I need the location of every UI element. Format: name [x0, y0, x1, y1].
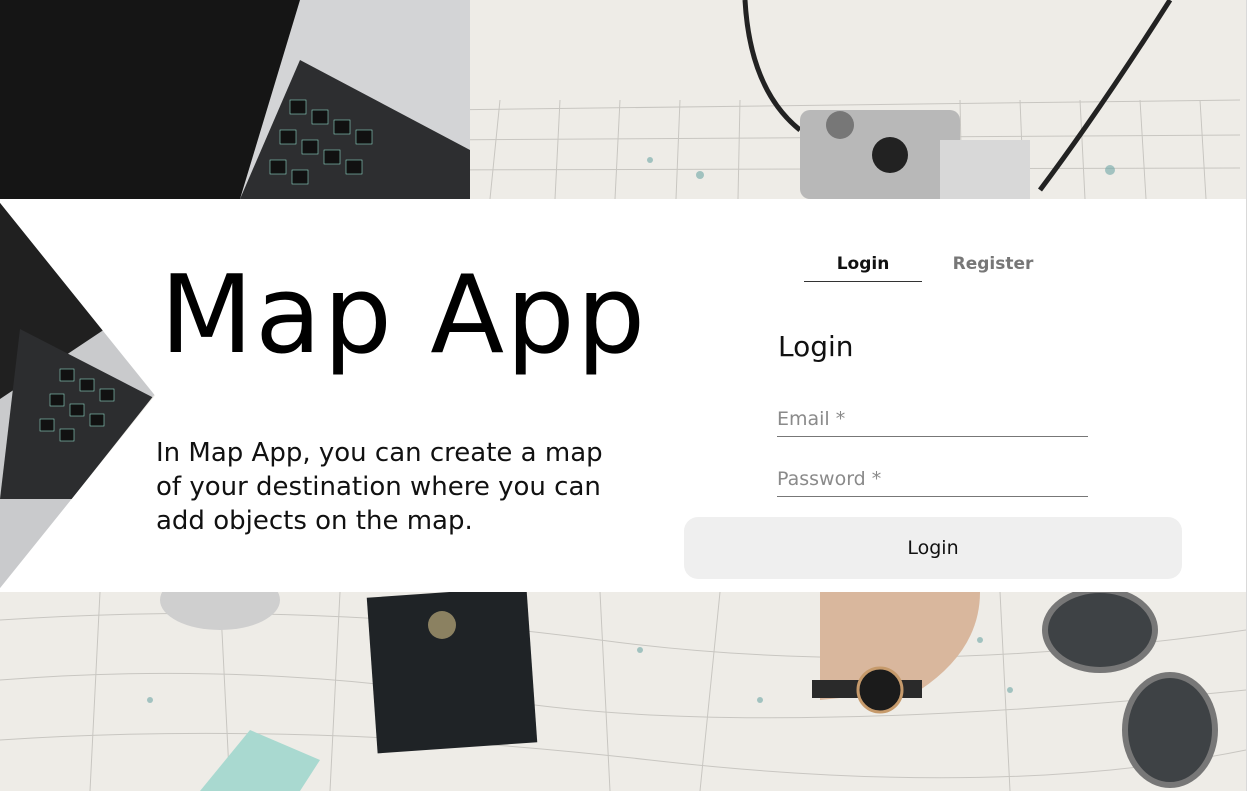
tab-login[interactable]: Login — [804, 246, 922, 282]
form-title: Login — [778, 330, 854, 363]
email-input[interactable] — [777, 402, 1088, 436]
app-title: Map App — [160, 253, 648, 378]
app-description: In Map App, you can create a map of your… — [156, 438, 603, 536]
laptop-icon — [0, 0, 470, 199]
passport-icon — [366, 586, 538, 754]
tab-register[interactable]: Register — [934, 246, 1052, 282]
password-input[interactable] — [777, 462, 1088, 496]
window-edge — [1246, 0, 1251, 791]
login-button[interactable]: Login — [684, 517, 1182, 579]
email-field-wrapper — [777, 402, 1088, 437]
password-field-wrapper — [777, 462, 1088, 497]
